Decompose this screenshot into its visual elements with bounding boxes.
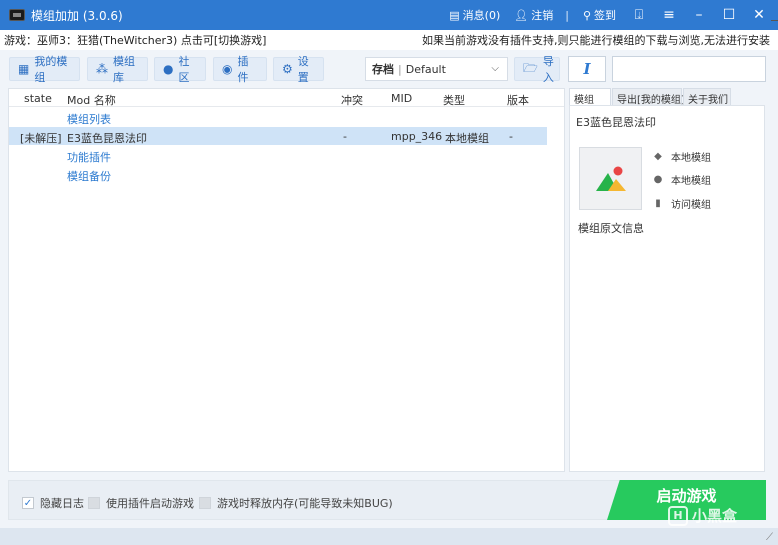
user-icon: 👤︎	[514, 8, 529, 22]
column-type[interactable]: 类型	[443, 92, 465, 108]
search-input[interactable]	[612, 56, 766, 82]
chevron-down-icon: ⌵	[491, 63, 499, 74]
visit-mod-link[interactable]: ▮ 访问模组	[652, 196, 711, 211]
titlebar-separator: |	[565, 8, 569, 22]
gear-icon: ⚙	[282, 62, 293, 76]
minimize-icon[interactable]: –	[692, 7, 706, 23]
check-icon: ✓	[22, 497, 34, 509]
group-mod-backup[interactable]: 模组备份	[67, 168, 111, 184]
status-bar: ⟋	[0, 528, 778, 545]
cell-name: E3蓝色昆恩法印	[67, 132, 147, 145]
hide-log-checkbox[interactable]: ✓ 隐藏日志	[22, 495, 84, 511]
close-icon[interactable]: ✕	[752, 7, 766, 23]
column-state[interactable]: state	[24, 92, 52, 105]
title-bar: 模组加加 (3.0.6) ▤ 消息(0) 👤︎ 注销 | ⚲ 签到 ⍗ ≡ – …	[0, 0, 778, 30]
plugin-icon: ◉	[222, 62, 233, 76]
logout-button[interactable]: 👤︎ 注销	[514, 7, 553, 23]
mod-author: ● 本地模组	[653, 174, 711, 187]
table-header: state Mod 名称 冲突 MID 类型 版本	[9, 89, 564, 107]
my-mods-button[interactable]: ▦ 我的模组	[9, 55, 80, 84]
user-icon: ●	[653, 174, 663, 185]
message-icon: ▤	[449, 8, 460, 22]
cell-conflict: -	[343, 130, 347, 143]
titlebar-actions: ▤ 消息(0) 👤︎ 注销 | ⚲ 签到 ⍗ ≡ – ☐ ✕	[435, 0, 766, 30]
window-edge-mark	[771, 20, 778, 21]
tab-export[interactable]: 导出[我的模组]	[612, 88, 685, 106]
side-tabs: 模组 导出[我的模组] 关于我们	[569, 88, 765, 106]
app-logo-icon	[9, 9, 25, 21]
window-title: 模组加加 (3.0.6)	[31, 8, 123, 23]
group-function-plugins[interactable]: 功能插件	[67, 149, 111, 165]
image-placeholder-icon	[595, 166, 626, 191]
tag-icon: ◆	[654, 151, 662, 162]
apps-icon: ⁂	[96, 62, 108, 76]
plugin-launch-checkbox[interactable]: 使用插件启动游戏	[88, 495, 194, 511]
cell-version: -	[509, 130, 513, 143]
signin-button[interactable]: ⚲ 签到	[583, 7, 616, 23]
column-name[interactable]: Mod 名称	[67, 92, 116, 108]
tab-mod[interactable]: 模组	[569, 88, 611, 106]
chat-bubble-icon: ●	[163, 62, 174, 76]
mod-detail-title: E3蓝色昆恩法印	[576, 116, 656, 129]
mod-detail-panel: E3蓝色昆恩法印 ◆ 本地模组 ● 本地模组 ▮ 访问模组 模组原文信息	[569, 105, 765, 472]
download-icon[interactable]: ⍗	[632, 7, 646, 23]
plugins-button[interactable]: ◉ 插件	[213, 55, 267, 84]
group-row-function-plugins[interactable]: 功能插件	[9, 146, 564, 164]
toolbar: ▦ 我的模组 ⁂ 模组库 ● 社区 ◉ 插件 ⚙ 设置 存档 | Default…	[0, 52, 778, 86]
group-row-mod-backup[interactable]: 模组备份	[9, 165, 564, 183]
menu-icon[interactable]: ≡	[662, 7, 676, 23]
mod-list-panel: state Mod 名称 冲突 MID 类型 版本 模组列表 [未解压] E3蓝…	[8, 88, 565, 472]
tab-about[interactable]: 关于我们	[683, 88, 731, 106]
grid-icon: ▦	[18, 62, 30, 76]
free-memory-checkbox[interactable]: 游戏时释放内存(可能导致未知BUG)	[199, 495, 393, 511]
checkbox-box	[88, 497, 100, 509]
mod-thumbnail	[579, 147, 642, 210]
save-profile-select[interactable]: 存档 | Default ⌵	[365, 57, 508, 81]
mod-library-button[interactable]: ⁂ 模组库	[87, 55, 148, 84]
folder-open-icon: 🗁︎	[523, 60, 538, 75]
plugin-notice: 如果当前游戏没有插件支持,则只能进行模组的下载与浏览,无法进行安装	[422, 34, 770, 47]
checkbox-box	[199, 497, 211, 509]
cell-state: [未解压]	[20, 132, 62, 145]
messages-button[interactable]: ▤ 消息(0)	[449, 7, 500, 23]
info-bar: 游戏：巫师3：狂猎(TheWitcher3) 点击可[切换游戏] 如果当前游戏没…	[0, 30, 778, 50]
column-version[interactable]: 版本	[507, 92, 529, 108]
community-button[interactable]: ● 社区	[154, 55, 206, 84]
mod-original-info[interactable]: 模组原文信息	[578, 220, 644, 236]
game-switch-link[interactable]: 游戏：巫师3：狂猎(TheWitcher3) 点击可[切换游戏]	[4, 32, 266, 48]
resize-grip-icon[interactable]: ⟋	[766, 532, 773, 543]
location-pin-icon: ⚲	[582, 8, 591, 22]
column-conflict[interactable]: 冲突	[341, 92, 363, 108]
cell-type: 本地模组	[445, 132, 489, 145]
column-mid[interactable]: MID	[391, 92, 412, 105]
book-icon: ▮	[655, 198, 661, 209]
mod-category: ◆ 本地模组	[652, 149, 711, 164]
maximize-icon[interactable]: ☐	[722, 7, 736, 23]
italic-toggle-button[interactable]: I	[568, 56, 606, 82]
group-row-mod-list[interactable]: 模组列表	[9, 108, 564, 126]
settings-button[interactable]: ⚙ 设置	[273, 55, 324, 84]
cell-mid: mpp_346	[391, 130, 443, 143]
watermark-logo-icon: H	[668, 505, 688, 526]
import-button[interactable]: 🗁︎ 导入	[514, 55, 560, 84]
select-separator: |	[398, 62, 402, 76]
table-row[interactable]: [未解压] E3蓝色昆恩法印 - mpp_346 本地模组 -	[9, 127, 547, 145]
watermark: H 小黑盒	[668, 505, 737, 526]
group-mod-list[interactable]: 模组列表	[67, 111, 111, 127]
